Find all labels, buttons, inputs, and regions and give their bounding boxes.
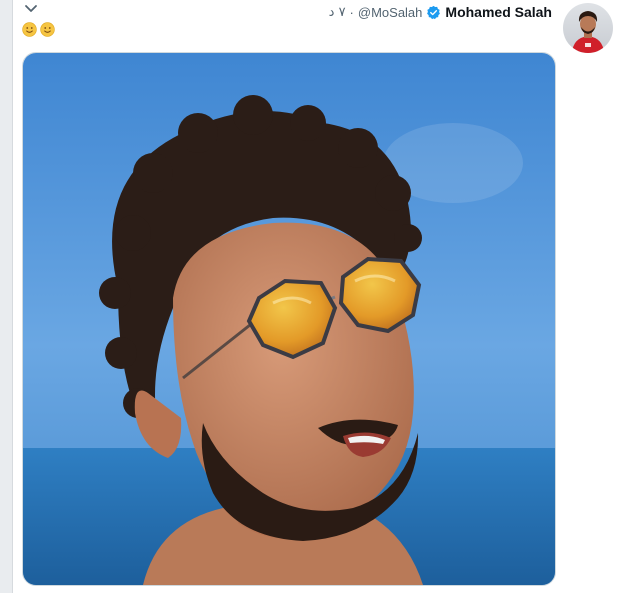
timeline-divider: [0, 0, 13, 593]
chevron-down-icon[interactable]: [22, 2, 40, 16]
smiling-face-emoji-icon: [22, 22, 37, 37]
separator-dot: ·: [349, 4, 354, 20]
author-display-name[interactable]: Mohamed Salah: [445, 4, 552, 20]
author-handle[interactable]: @MoSalah: [358, 5, 423, 20]
tweet-text: [22, 22, 55, 37]
smiling-face-emoji-icon: [40, 22, 55, 37]
tweet-timestamp[interactable]: ٧ د: [329, 5, 346, 20]
author-avatar[interactable]: [563, 3, 613, 53]
tweet-header: ٧ د · @MoSalah Mohamed Salah: [329, 4, 552, 20]
tweet-media-photo[interactable]: [22, 52, 556, 586]
verified-badge-icon: [427, 5, 441, 19]
